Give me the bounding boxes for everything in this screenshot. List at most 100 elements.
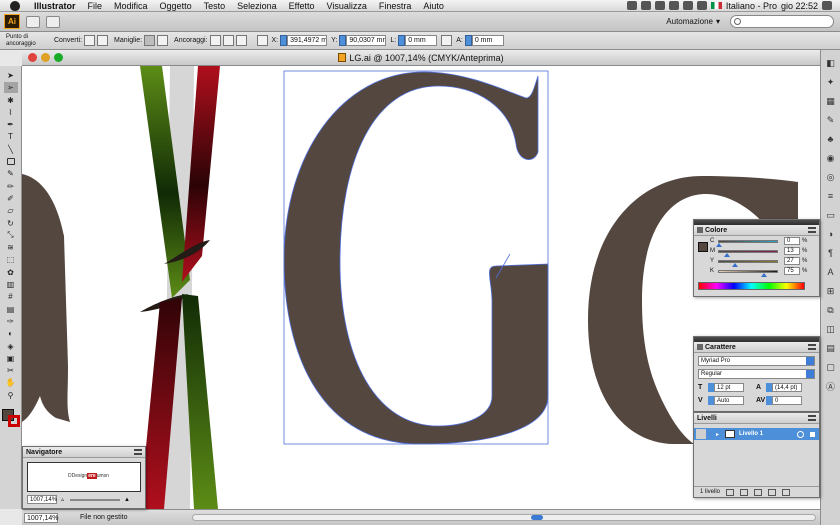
visibility-eye-icon[interactable] — [696, 429, 706, 439]
menu-seleziona[interactable]: Seleziona — [231, 1, 283, 11]
direct-selection-tool[interactable]: ➢ — [3, 82, 18, 94]
mesh-tool[interactable]: # — [4, 291, 18, 302]
panel-menu-icon[interactable] — [134, 449, 142, 455]
stroke-icon[interactable]: ≡ — [825, 190, 837, 202]
expand-triangle-icon[interactable]: ▸ — [716, 431, 719, 438]
height-stepper[interactable] — [464, 35, 472, 46]
symbol-sprayer-tool[interactable]: ✿ — [4, 267, 18, 278]
gradient-tool[interactable]: ▤ — [4, 304, 18, 315]
color-panel-header[interactable]: Colore — [694, 225, 819, 236]
menu-visualizza[interactable]: Visualizza — [320, 1, 372, 11]
italian-flag-icon[interactable] — [710, 2, 722, 9]
cyan-slider-row[interactable]: C 0 % — [694, 236, 819, 247]
gradient-icon[interactable]: ▭ — [825, 209, 837, 221]
lasso-tool[interactable]: ⌇ — [4, 107, 18, 118]
menu-modifica[interactable]: Modifica — [108, 1, 154, 11]
width-value[interactable]: 0 mm — [405, 35, 438, 46]
rotate-tool[interactable]: ↻ — [4, 218, 18, 229]
horizontal-scrollbar[interactable] — [192, 514, 816, 521]
close-window-button[interactable] — [28, 53, 37, 62]
zoom-in-icon[interactable]: ▲ — [124, 497, 130, 503]
layer-target-icon[interactable] — [797, 430, 804, 438]
color-spectrum[interactable] — [698, 282, 805, 290]
selection-tool[interactable]: ➤ — [4, 70, 18, 81]
kerning-field[interactable]: Auto — [714, 396, 744, 405]
help-search-input[interactable] — [744, 17, 824, 26]
panel-menu-icon[interactable] — [808, 344, 816, 350]
help-search[interactable] — [730, 15, 834, 28]
link-proportions-icon[interactable] — [441, 35, 453, 46]
paragraph-icon[interactable]: ¶ — [825, 247, 837, 259]
blob-brush-tool[interactable]: ✐ — [4, 193, 18, 204]
minimize-window-button[interactable] — [41, 53, 50, 62]
bluetooth-icon[interactable] — [654, 1, 665, 10]
align-icon[interactable]: ⊞ — [825, 285, 837, 297]
cut-path-button[interactable] — [235, 35, 247, 46]
eraser-tool[interactable]: ▱ — [4, 205, 18, 216]
lock-toggle-icon[interactable] — [708, 429, 716, 439]
reference-point-button[interactable] — [256, 35, 268, 46]
black-slider[interactable] — [718, 269, 778, 277]
artboards-icon[interactable]: ▢ — [825, 361, 837, 373]
hide-handles-button[interactable] — [157, 35, 169, 46]
glyph-partial-a[interactable] — [22, 174, 70, 422]
status-text[interactable]: File non gestito — [80, 514, 127, 521]
magenta-knob[interactable] — [724, 252, 730, 257]
panel-menu-icon[interactable] — [808, 227, 816, 233]
cyan-knob[interactable] — [716, 242, 722, 247]
x-stepper[interactable] — [280, 35, 288, 46]
tracking-field[interactable]: 0 — [772, 396, 802, 405]
workspace-switcher[interactable]: Automazione ▾ — [666, 17, 720, 26]
height-value[interactable]: 0 mm — [471, 35, 504, 46]
yellow-knob[interactable] — [732, 262, 738, 267]
swatches-icon[interactable]: ▦ — [825, 95, 837, 107]
slice-tool[interactable]: ✂ — [4, 365, 18, 376]
character-styles-icon[interactable]: A — [825, 266, 837, 278]
navigator-zoom-slider[interactable] — [70, 498, 121, 501]
hand-tool[interactable]: ✋ — [4, 377, 18, 388]
artboard-tool[interactable]: ▣ — [4, 353, 18, 364]
layer-row[interactable]: ▸ Livello 1 — [694, 428, 819, 440]
menu-oggetto[interactable]: Oggetto — [154, 1, 198, 11]
new-sublayer-icon[interactable] — [754, 488, 763, 496]
x-value[interactable]: 391,4972 m — [287, 35, 328, 46]
magenta-slider[interactable] — [718, 249, 778, 257]
delete-layer-icon[interactable] — [782, 488, 791, 496]
color-panel-icon[interactable]: ◧ — [825, 57, 837, 69]
zoom-level-field[interactable]: 1007,14% — [24, 512, 59, 523]
leading-field[interactable]: (14,4 pt) — [772, 383, 802, 392]
zoom-out-icon[interactable]: ▵ — [61, 496, 64, 503]
font-size-field[interactable]: 12 pt — [714, 383, 744, 392]
magenta-slider-row[interactable]: M 13 % — [694, 246, 819, 257]
graphic-styles-icon[interactable]: ◉ — [825, 152, 837, 164]
layers-panel-header[interactable]: Livelli — [694, 413, 819, 424]
arrange-documents-button[interactable] — [46, 15, 60, 28]
line-tool[interactable]: ╲ — [4, 144, 18, 155]
input-language[interactable]: Italiano - Pro — [726, 1, 777, 11]
character-icon[interactable]: Ⓐ — [825, 380, 837, 392]
layers-icon[interactable]: ▤ — [825, 342, 837, 354]
blend-tool[interactable]: ◐ — [4, 328, 18, 339]
pathfinder-icon[interactable]: ◫ — [825, 323, 837, 335]
magic-wand-tool[interactable]: ✱ — [4, 95, 18, 106]
paintbrush-tool[interactable]: ✎ — [4, 168, 18, 179]
remove-anchor-button[interactable] — [209, 35, 221, 46]
fill-stroke-swatches[interactable] — [1, 408, 20, 427]
transparency-icon[interactable]: ◑ — [825, 228, 837, 240]
dropbox-icon[interactable] — [626, 1, 637, 10]
color-preview-swatch[interactable] — [698, 242, 708, 252]
menu-app-name[interactable]: Illustrator — [28, 1, 82, 11]
yellow-value[interactable]: 27 — [784, 257, 800, 265]
transform-icon[interactable]: ⧉ — [825, 304, 837, 316]
connect-anchors-button[interactable] — [222, 35, 234, 46]
black-slider-row[interactable]: K 75 % — [694, 266, 819, 277]
make-clipping-mask-icon[interactable] — [740, 488, 749, 496]
font-family-select[interactable]: Myriad Pro — [698, 356, 815, 366]
warp-tool[interactable]: ≋ — [4, 242, 18, 253]
convert-smooth-button[interactable] — [97, 35, 109, 46]
yellow-slider[interactable] — [718, 259, 778, 267]
wifi-icon[interactable] — [668, 1, 679, 10]
panel-menu-icon[interactable] — [808, 415, 816, 421]
type-tool[interactable]: T — [4, 131, 18, 142]
pen-tool[interactable]: ✒ — [4, 119, 18, 130]
